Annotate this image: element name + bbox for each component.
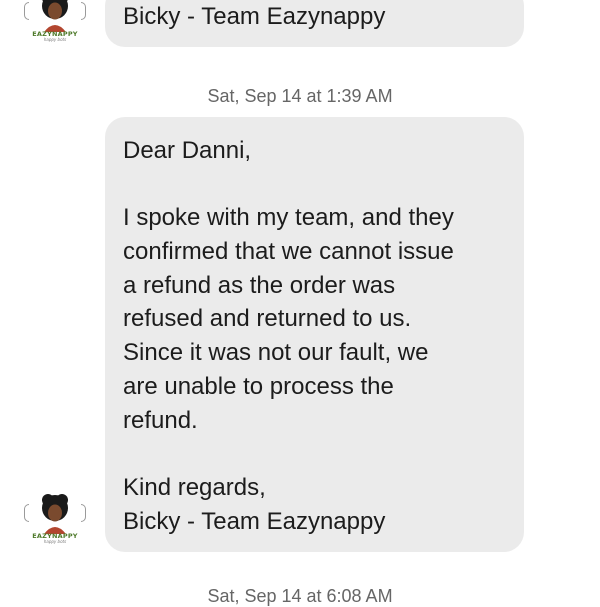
message-line: Bicky - Team Eazynappy: [123, 3, 386, 30]
message-line: refused and returned to us.: [123, 305, 412, 333]
avatar-frame-right: [81, 504, 86, 522]
message-line: refund.: [123, 406, 198, 434]
message-line: [123, 437, 506, 471]
message-line: a refund as the order was: [123, 271, 396, 299]
message-line: Kind regards,: [123, 473, 266, 501]
avatar-frame-left: [24, 2, 29, 20]
avatar-frame-left: [24, 504, 29, 522]
avatar-face-icon: [42, 494, 68, 534]
avatar-tagline: happy bots: [43, 37, 67, 42]
message-line: Dear Danni,: [123, 137, 252, 164]
avatar-tagline: happy bots: [43, 539, 67, 544]
message-line: [123, 168, 506, 202]
avatar-face-icon: [42, 0, 68, 32]
message-bubble: Bicky - Team Eazynappy: [105, 0, 524, 47]
message-line: I spoke with my team, and they: [123, 204, 454, 232]
message-timestamp: Sat, Sep 14 at 1:39 AM: [207, 86, 393, 106]
message-bubble: Dear Danni, I spoke with my team, and th…: [105, 117, 524, 552]
message-line: Since it was not our fault, we: [123, 339, 429, 367]
sender-avatar[interactable]: EAZYNAPPY happy bots: [24, 0, 86, 48]
message-timestamp: Sat, Sep 14 at 6:08 AM: [207, 586, 393, 606]
message-line: are unable to process the: [123, 372, 394, 400]
message-line: confirmed that we cannot issue: [123, 238, 454, 266]
message-line: Bicky - Team Eazynappy: [123, 507, 386, 535]
sender-avatar[interactable]: EAZYNAPPY happy bots: [24, 494, 86, 550]
avatar-frame-right: [81, 2, 86, 20]
